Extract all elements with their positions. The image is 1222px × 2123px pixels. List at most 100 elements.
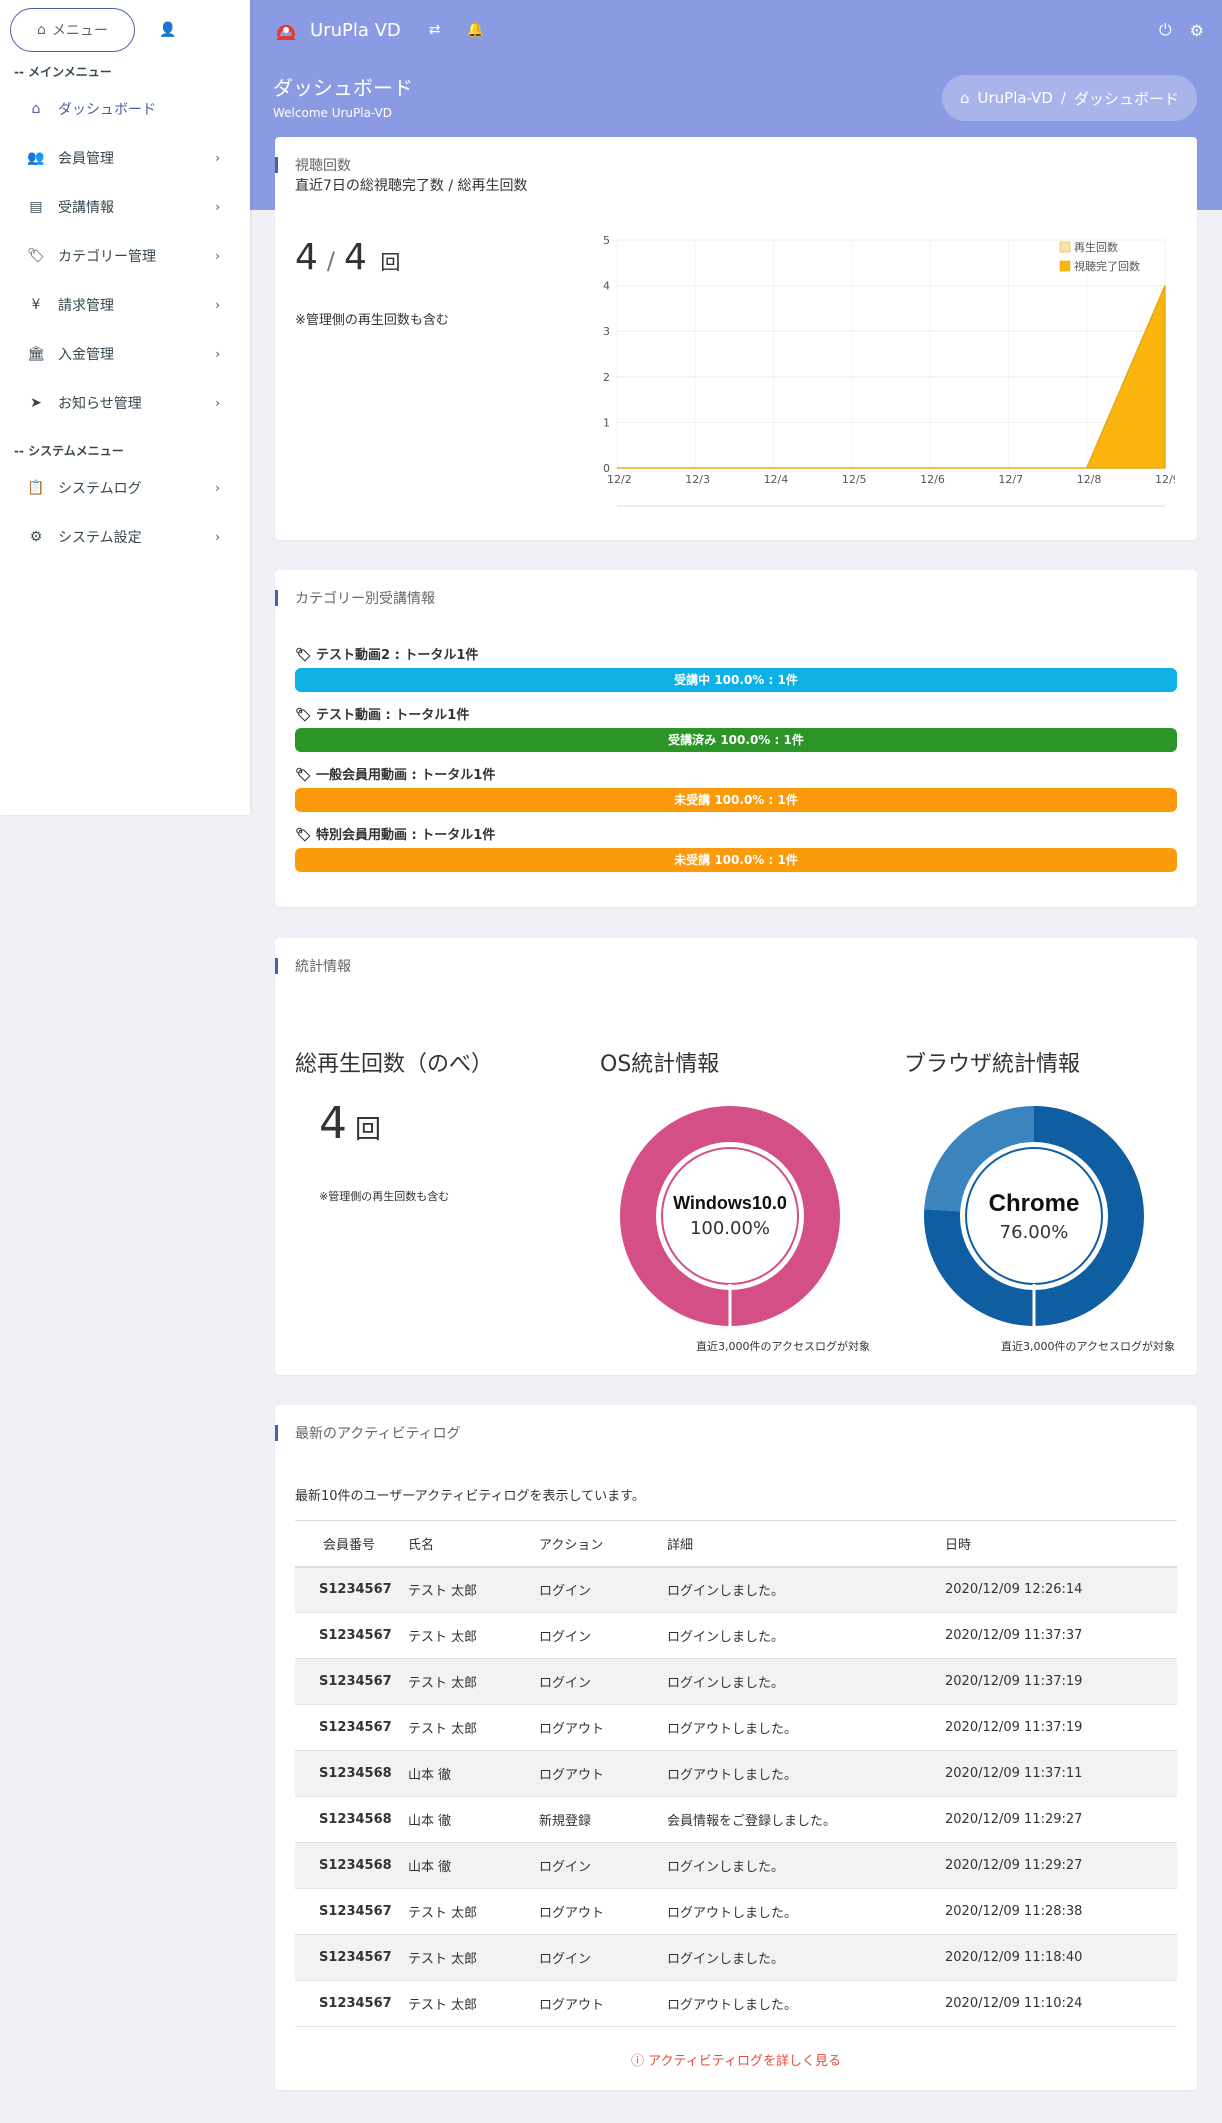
stats-card: 統計情報 総再生回数（のべ） 4回 ※管理側の再生回数も含む OS統計情報 Wi… [275, 938, 1197, 1375]
sidebar-item-label: 請求管理 [58, 297, 114, 314]
completed-count: 4 [295, 237, 319, 278]
action-cell: ログアウト [539, 1750, 667, 1797]
category-progress-bar: 受講済み 100.0% : 1件 [295, 728, 1177, 752]
action-cell: ログアウト [539, 1980, 667, 2027]
user-icon[interactable]: 👤 [159, 22, 176, 38]
sidebar-item-0[interactable]: ⌂ ダッシュボード [0, 84, 250, 133]
table-body: S1234567 テスト 太郎 ログイン ログインしました。 2020/12/09 12… [295, 1566, 1177, 2027]
x-tick-label: 12/5 [842, 473, 867, 486]
member-id-cell: S1234568 [295, 1796, 408, 1843]
browser-percent: 76.00% [999, 1221, 1069, 1243]
tag-icon: 🏷 [295, 768, 317, 783]
action-cell: ログイン [539, 1934, 667, 1981]
card-title: 視聴回数 [295, 158, 351, 174]
more-activity-label: アクティビティログを詳しく見る [648, 2054, 841, 2069]
sidebar-item-label: ダッシュボード [58, 101, 156, 118]
datetime-cell: 2020/12/09 12:26:14 [945, 1566, 1177, 1613]
sidebar-system-item-0[interactable]: 📋 システムログ › [0, 463, 250, 512]
sidebar-item-3[interactable]: 🏷 カテゴリー管理 › [0, 231, 250, 280]
category-label: 🏷 テスト動画2 : トータル1件 [295, 644, 1177, 668]
views-note: ※管理側の再生回数も含む [295, 313, 449, 328]
column-header: アクション [539, 1520, 667, 1568]
total-plays-unit: 回 [355, 1115, 382, 1145]
tag-icon: 🏷 [295, 828, 317, 843]
category-item: 🏷 一般会員用動画 : トータル1件 未受講 100.0% : 1件 [295, 764, 1177, 812]
category-progress-bar: 未受講 100.0% : 1件 [295, 848, 1177, 872]
table-row: S1234567 テスト 太郎 ログイン ログインしました。 2020/12/09 11… [295, 1658, 1177, 1705]
main-menu-list: ⌂ ダッシュボード 👥 会員管理 › ▤ 受講情報 › 🏷 カテゴリー管理 › ¥ 請求管理 › 🏛 入金管理… [0, 84, 250, 427]
detail-cell: ログアウトしました。 [667, 1888, 945, 1935]
name-cell: テスト 太郎 [408, 1934, 539, 1981]
chevron-right-icon: › [215, 529, 220, 544]
breadcrumb: ⌂ UruPla-VD / ダッシュボード [941, 75, 1197, 121]
x-tick-label: 12/8 [1077, 473, 1102, 486]
more-activity-link[interactable]: ⓘ アクティビティログを詳しく見る [275, 2050, 1197, 2069]
breadcrumb-home[interactable]: UruPla-VD [978, 89, 1053, 107]
member-id-cell: S1234568 [295, 1750, 408, 1797]
table-row: S1234567 テスト 太郎 ログイン ログインしました。 2020/12/09 12… [295, 1566, 1177, 1613]
legend-label: 再生回数 [1074, 240, 1118, 254]
browser-note: 直近3,000件のアクセスログが対象 [1001, 1340, 1175, 1353]
table-row: S1234568 山本 徹ログアウト ログアウトしました。 2020/12/09 11… [295, 1750, 1177, 1797]
os-stats-heading: OS統計情報 [600, 1052, 720, 1077]
chevron-right-icon: › [215, 395, 220, 410]
card-accent [275, 590, 278, 606]
legend-swatch [1059, 260, 1071, 272]
main-menu-heading: -- メインメニュー [14, 65, 112, 79]
name-cell: 山本 徹 [408, 1796, 539, 1843]
os-donut: Windows10.0 100.00% [620, 1106, 840, 1326]
table-row: S1234567 テスト 太郎 ログアウト ログアウトしました。 2020/12/09 … [295, 1888, 1177, 1935]
legend-swatch [1059, 241, 1071, 253]
os-name: Windows10.0 [673, 1193, 787, 1213]
os-note: 直近3,000件のアクセスログが対象 [696, 1340, 870, 1353]
member-id-cell: S1234568 [295, 1842, 408, 1889]
card-accent [275, 1425, 278, 1441]
sidebar-item-1[interactable]: 👥 会員管理 › [0, 133, 250, 182]
table-row: S1234568 山本 徹新規登録 会員情報をご登録しました。 2020/12/09 … [295, 1796, 1177, 1843]
os-percent: 100.00% [689, 1218, 771, 1239]
datetime-cell: 2020/12/09 11:10:24 [945, 1980, 1177, 2027]
sidebar-icon: ▤ [29, 198, 43, 215]
views-card: 視聴回数 直近7日の総視聴完了数 / 総再生回数 4/4 回 ※管理側の再生回数… [275, 137, 1197, 540]
breadcrumb-current: ダッシュボード [1073, 89, 1179, 108]
x-tick-label: 12/9 [1155, 473, 1175, 486]
detail-cell: ログアウトしました。 [667, 1980, 945, 2027]
column-header: 詳細 [667, 1520, 945, 1568]
y-tick-label: 3 [603, 325, 610, 338]
datetime-cell: 2020/12/09 11:37:19 [945, 1704, 1177, 1751]
tag-icon: 🏷 [295, 708, 317, 723]
sidebar-icon: ⚙ [29, 528, 43, 545]
chevron-right-icon: › [215, 248, 220, 263]
y-tick-label: 1 [603, 416, 610, 429]
sidebar-item-2[interactable]: ▤ 受講情報 › [0, 182, 250, 231]
bell-icon[interactable]: 🔔 [467, 22, 484, 38]
action-cell: ログアウト [539, 1888, 667, 1935]
activity-table: 会員番号 氏名 アクション 詳細 日時 S1234567 テスト 太郎 ログイン ログインしま… [295, 1520, 1177, 2027]
action-cell: ログイン [539, 1842, 667, 1889]
y-tick-label: 4 [603, 280, 610, 293]
category-name: 一般会員用動画 : トータル1件 [316, 768, 496, 783]
menu-button[interactable]: ⌂ メニュー [10, 8, 135, 52]
gear-icon[interactable]: ⚙ [1190, 21, 1204, 40]
sidebar-system-item-1[interactable]: ⚙ システム設定 › [0, 512, 250, 561]
table-row: S1234567 テスト 太郎 ログアウト ログアウトしました。 2020/12/09 … [295, 1704, 1177, 1751]
category-card: カテゴリー別受講情報 🏷 テスト動画2 : トータル1件 受講中 100.0% :… [275, 570, 1197, 907]
detail-cell: 会員情報をご登録しました。 [667, 1796, 945, 1843]
name-cell: 山本 徹 [408, 1750, 539, 1797]
name-cell: テスト 太郎 [408, 1612, 539, 1659]
sidebar-item-label: 会員管理 [58, 150, 114, 167]
browser-stats-heading: ブラウザ統計情報 [904, 1052, 1081, 1077]
category-name: テスト動画 : トータル1件 [316, 708, 470, 723]
count-separator: / [326, 247, 336, 275]
total-plays-number: 4 [319, 1098, 347, 1149]
sidebar-item-5[interactable]: 🏛 入金管理 › [0, 329, 250, 378]
member-id-cell: S1234567 [295, 1612, 408, 1659]
views-chart: 01234512/212/312/412/512/612/712/812/9再生… [603, 234, 1175, 507]
datetime-cell: 2020/12/09 11:18:40 [945, 1934, 1177, 1981]
views-count: 4/4 回 [295, 237, 401, 278]
swap-icon[interactable]: ⇄ [429, 22, 441, 38]
activity-intro: 最新10件のユーザーアクティビティログを表示しています。 [295, 1489, 645, 1504]
sidebar-item-6[interactable]: ➤ お知らせ管理 › [0, 378, 250, 427]
power-icon[interactable]: ⏻ [1159, 20, 1172, 40]
sidebar-item-4[interactable]: ¥ 請求管理 › [0, 280, 250, 329]
